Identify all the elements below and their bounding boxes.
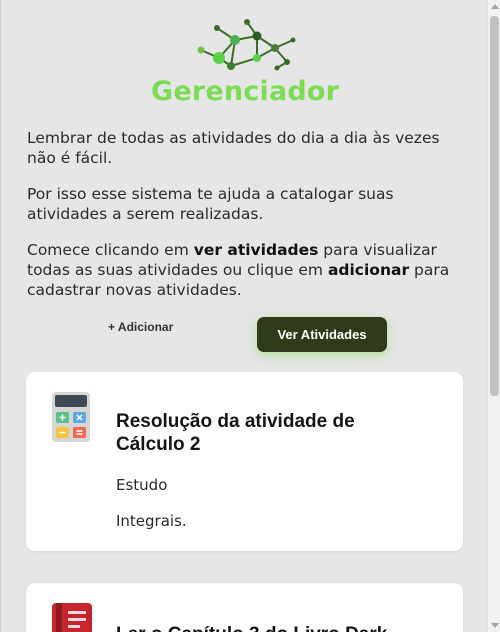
network-nodes-icon bbox=[197, 19, 296, 71]
view-activities-button[interactable]: Ver Atividades bbox=[257, 317, 387, 352]
scrollbar-thumb[interactable] bbox=[490, 16, 499, 396]
scroll-down-arrow-icon[interactable] bbox=[491, 623, 499, 628]
intro-paragraph-3: Comece clicando em ver atividades para v… bbox=[27, 240, 467, 300]
activity-card[interactable]: Ler o Capítulo 3 do Livro Dark bbox=[26, 583, 463, 632]
activity-title: Ler o Capítulo 3 do Livro Dark bbox=[116, 623, 456, 632]
activity-description: Integrais. bbox=[116, 512, 187, 530]
intro-text: Lembrar de todas as atividades do dia a … bbox=[27, 128, 467, 316]
calculator-icon bbox=[52, 392, 90, 442]
vertical-scrollbar[interactable] bbox=[487, 0, 500, 632]
book-icon bbox=[52, 603, 92, 632]
scroll-up-arrow-icon[interactable] bbox=[491, 4, 499, 9]
intro-paragraph-1: Lembrar de todas as atividades do dia a … bbox=[27, 129, 440, 167]
activity-title: Resolução da atividade de Cálculo 2 bbox=[116, 411, 355, 455]
intro-emphasis-add: adicionar bbox=[327, 261, 410, 279]
add-activity-button[interactable]: + Adicionar bbox=[108, 320, 173, 334]
brand-title: Gerenciador bbox=[151, 76, 340, 107]
intro-paragraph-2: Por isso esse sistema te ajuda a catalog… bbox=[27, 185, 394, 223]
page: Gerenciador Lembrar de todas as atividad… bbox=[0, 0, 487, 632]
logo: Gerenciador bbox=[151, 18, 340, 108]
intro-emphasis-view: ver atividades bbox=[193, 241, 319, 259]
activity-category: Estudo bbox=[116, 476, 168, 494]
activity-card[interactable]: Resolução da atividade de Cálculo 2 Estu… bbox=[26, 372, 463, 551]
intro-text-fragment: Comece clicando em bbox=[27, 241, 194, 259]
